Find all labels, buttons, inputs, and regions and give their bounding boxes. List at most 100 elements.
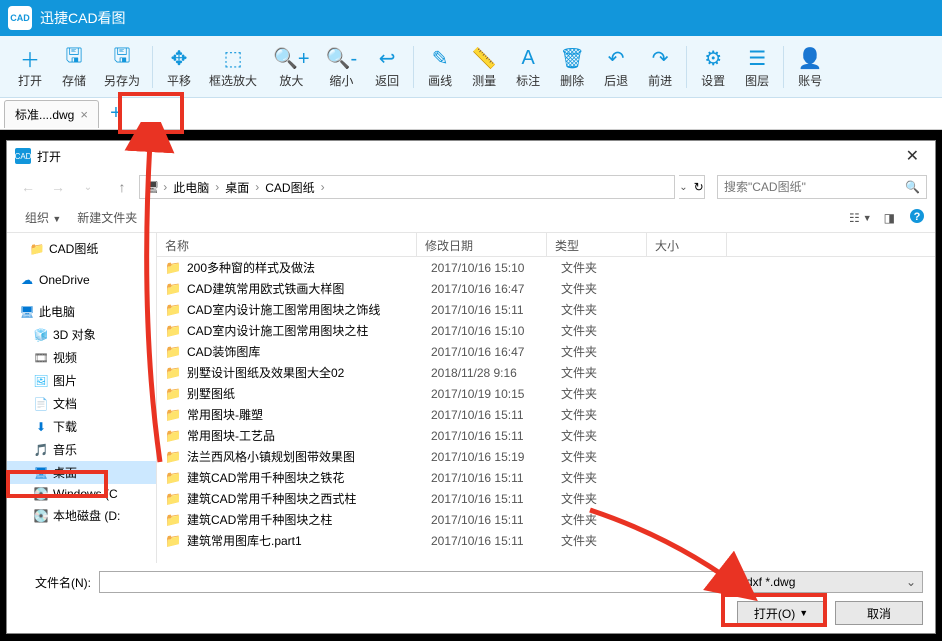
toolbar-测量[interactable]: 📏测量 [462, 40, 506, 93]
breadcrumb-bar[interactable]: 🖥 › 此电脑›桌面›CAD图纸› [139, 175, 675, 199]
toolbar-图层[interactable]: ☰图层 [735, 40, 779, 93]
dialog-close-button[interactable]: ✕ [898, 144, 927, 168]
nav-item-OneDrive[interactable]: ☁OneDrive [7, 270, 156, 290]
column-date[interactable]: 修改日期 [417, 233, 547, 256]
search-icon: 🔍 [905, 180, 920, 194]
nav-item-视频[interactable]: 🎞视频 [7, 346, 156, 369]
file-row[interactable]: 📁CAD室内设计施工图常用图块之饰线2017/10/16 15:11文件夹 [157, 299, 935, 320]
toolbar-设置[interactable]: ⚙设置 [691, 40, 735, 93]
file-list[interactable]: 📁200多种窗的样式及做法2017/10/16 15:10文件夹 📁 CAD建筑常用… [157, 257, 935, 563]
nav-item-音乐[interactable]: 🎵音乐 [7, 438, 156, 461]
file-type: 文件夹 [561, 280, 661, 297]
refresh-button[interactable]: ⌄ ↻ [679, 175, 705, 199]
toolbar-框选放大[interactable]: ⬚框选放大 [201, 40, 265, 93]
file-date: 2017/10/16 16:47 [431, 345, 561, 359]
toolbar-后退[interactable]: ↶后退 [594, 40, 638, 93]
dialog-title-text: 打开 [37, 148, 61, 165]
nav-item-icon: 🖼 [33, 374, 49, 388]
file-type: 文件夹 [561, 448, 661, 465]
nav-item-CAD图纸[interactable]: 📁CAD图纸 [7, 237, 156, 260]
toolbar-返回[interactable]: ↩返回 [365, 40, 409, 93]
view-mode-button[interactable]: ☷▼ [843, 208, 878, 228]
toolbar-放大[interactable]: 🔍+放大 [265, 40, 318, 93]
organize-button[interactable]: 组织 ▼ [17, 206, 69, 229]
column-name[interactable]: 名称 [157, 233, 417, 256]
nav-item-此电脑[interactable]: 🖥此电脑 [7, 300, 156, 323]
nav-item-文档[interactable]: 📄文档 [7, 392, 156, 415]
cancel-button[interactable]: 取消 [835, 601, 923, 625]
nav-forward-button[interactable]: → [45, 175, 71, 199]
file-row[interactable]: 📁常用图块-工艺品2017/10/16 15:11文件夹 [157, 425, 935, 446]
toolbar-icon: ✎ [432, 44, 449, 72]
nav-recent-dropdown[interactable]: ⌄ [75, 175, 101, 199]
file-name: CAD建筑常用欧式铁画大样图 [187, 280, 431, 297]
preview-pane-button[interactable]: ◨ [878, 208, 901, 228]
file-date: 2017/10/16 15:11 [431, 492, 561, 506]
toolbar-打开[interactable]: ＋打开 [8, 40, 52, 93]
toolbar-icon: ↶ [608, 44, 625, 72]
file-row[interactable]: 📁别墅图纸2017/10/19 10:15文件夹 [157, 383, 935, 404]
file-type: 文件夹 [561, 301, 661, 318]
file-type: 文件夹 [561, 490, 661, 507]
close-icon[interactable]: × [80, 107, 88, 122]
file-row[interactable]: 📁建筑CAD常用千种图块之柱2017/10/16 15:11文件夹 [157, 509, 935, 530]
nav-item-icon: 🖥 [19, 305, 35, 319]
file-row[interactable]: 📁建筑CAD常用千种图块之铁花2017/10/16 15:11文件夹 [157, 467, 935, 488]
nav-back-button[interactable]: ← [15, 175, 41, 199]
toolbar-icon: ☰ [748, 44, 766, 72]
file-row[interactable]: 📁别墅设计图纸及效果图大全022018/11/28 9:16文件夹 [157, 362, 935, 383]
nav-item-桌面[interactable]: 🖥桌面 [7, 461, 156, 484]
file-name: 建筑CAD常用千种图块之西式柱 [187, 490, 431, 507]
search-input[interactable] [724, 180, 905, 194]
nav-up-button[interactable]: ↑ [109, 175, 135, 199]
nav-item-下载[interactable]: ⬇下载 [7, 415, 156, 438]
file-name: 常用图块-雕塑 [187, 406, 431, 423]
file-row[interactable]: 📁200多种窗的样式及做法2017/10/16 15:10文件夹 [157, 257, 935, 278]
file-row[interactable]: 📁CAD室内设计施工图常用图块之柱2017/10/16 15:10文件夹 [157, 320, 935, 341]
toolbar-平移[interactable]: ✥平移 [157, 40, 201, 93]
breadcrumb-segment[interactable]: 此电脑 [169, 179, 213, 196]
file-row[interactable]: 📁法兰西风格小镇规划图带效果图2017/10/16 15:19文件夹 [157, 446, 935, 467]
chevron-right-icon: › [213, 180, 221, 194]
toolbar-label: 存储 [62, 72, 86, 89]
navigation-pane[interactable]: 📁CAD图纸 ☁OneDrive 🖥此电脑🧊3D 对象🎞视频🖼图片📄文档⬇下载🎵音乐… [7, 233, 157, 563]
column-size[interactable]: 大小 [647, 233, 727, 256]
help-button[interactable]: ? [909, 208, 925, 227]
toolbar-账号[interactable]: 👤账号 [788, 40, 832, 93]
breadcrumb-segment[interactable]: CAD图纸 [261, 179, 318, 196]
new-tab-button[interactable]: + [101, 102, 131, 125]
file-row[interactable]: 📁CAD装饰图库2017/10/16 16:47文件夹 [157, 341, 935, 362]
document-tab[interactable]: 标准....dwg × [4, 100, 99, 128]
toolbar-存储[interactable]: 🖫存储 [52, 40, 96, 93]
nav-item-本地磁盘 (D:[interactable]: 💽本地磁盘 (D: [7, 504, 156, 527]
toolbar-画线[interactable]: ✎画线 [418, 40, 462, 93]
help-icon: ? [909, 208, 925, 224]
toolbar-前进[interactable]: ↷前进 [638, 40, 682, 93]
toolbar-icon: ⬚ [224, 44, 243, 72]
open-button[interactable]: 打开(O)▼ [737, 601, 825, 625]
file-row[interactable]: 📁建筑CAD常用千种图块之西式柱2017/10/16 15:11文件夹 [157, 488, 935, 509]
nav-item-图片[interactable]: 🖼图片 [7, 369, 156, 392]
nav-item-Windows (C[interactable]: 💽Windows (C [7, 484, 156, 504]
toolbar-删除[interactable]: 🗑删除 [550, 40, 594, 93]
file-row[interactable]: 📁常用图块-雕塑2017/10/16 15:11文件夹 [157, 404, 935, 425]
folder-icon: 📁 [165, 281, 181, 297]
search-box[interactable]: 🔍 [717, 175, 927, 199]
refresh-icon: ↻ [694, 180, 704, 194]
new-folder-button[interactable]: 新建文件夹 [69, 206, 145, 229]
file-row[interactable]: 📁建筑常用图库七.part12017/10/16 15:11文件夹 [157, 530, 935, 551]
nav-item-3D 对象[interactable]: 🧊3D 对象 [7, 323, 156, 346]
column-type[interactable]: 类型 [547, 233, 647, 256]
folder-icon: 📁 [165, 470, 181, 486]
file-date: 2017/10/16 16:47 [431, 282, 561, 296]
toolbar-另存为[interactable]: 🖫另存为 [96, 40, 148, 93]
breadcrumb-segment[interactable]: 桌面 [221, 179, 253, 196]
chevron-right-icon: › [319, 180, 327, 194]
toolbar-label: 另存为 [104, 72, 140, 89]
folder-icon: 📁 [165, 428, 181, 444]
toolbar-缩小[interactable]: 🔍-缩小 [318, 40, 366, 93]
file-row[interactable]: 📁 CAD建筑常用欧式铁画大样图2017/10/16 16:47文件夹 [157, 278, 935, 299]
filename-input[interactable] [99, 571, 725, 593]
toolbar-标注[interactable]: A标注 [506, 40, 550, 93]
file-type-filter[interactable]: *.dxf *.dwg [733, 571, 923, 593]
